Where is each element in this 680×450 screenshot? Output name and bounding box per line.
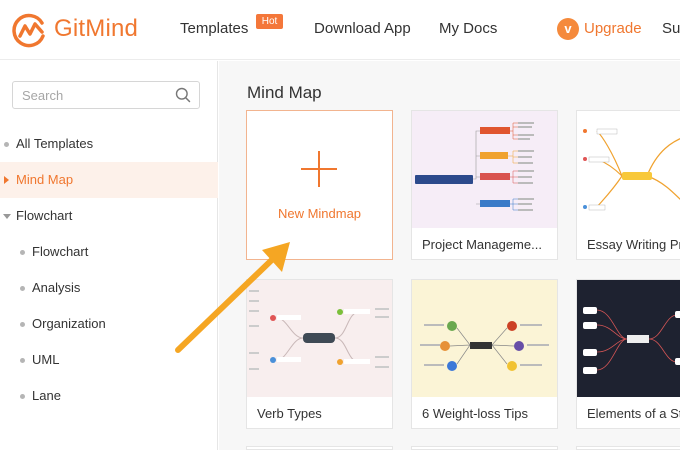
section-title: Mind Map [247,83,322,102]
template-thumbnail [412,280,557,397]
search-input[interactable] [22,87,172,103]
template-thumbnail [412,111,557,228]
template-title: 6 Weight-loss Tips [422,406,528,421]
bullet-icon [4,142,9,147]
sidebar-item-label: UML [32,352,60,367]
sidebar-item-label: Mind Map [16,172,74,187]
template-card-weight-loss-tips[interactable]: 6 Weight-loss Tips [411,279,558,429]
upgrade-link[interactable]: Upgrade [584,20,642,37]
template-title: Project Manageme... [422,237,542,252]
search-box[interactable] [12,81,200,109]
sidebar-item-label: Flowchart [16,208,73,223]
new-mindmap-label: New Mindmap [277,206,362,221]
sidebar-item-label: All Templates [16,136,94,151]
nav-my-docs[interactable]: My Docs [439,20,497,37]
bullet-icon [20,394,25,399]
sidebar-item-label: Analysis [32,280,81,295]
sidebar-item-lane[interactable]: Lane [0,378,218,414]
bullet-icon [20,358,25,363]
bullet-icon [20,286,25,291]
nav-templates[interactable]: Templates [180,20,248,37]
search-icon[interactable] [175,87,191,103]
sidebar-item-mind-map[interactable]: Mind Map [0,162,218,198]
sidebar-item-label: Organization [32,316,106,331]
template-card-partial[interactable] [246,446,393,450]
template-card-project-management[interactable]: Project Manageme... [411,110,558,260]
sidebar-item-all-templates[interactable]: All Templates [0,126,218,162]
nav-support[interactable]: Sup [662,20,680,37]
annotation-arrow [175,242,290,353]
template-card-partial[interactable] [411,446,558,450]
plus-icon [301,151,337,187]
sidebar-item-flowchart-group[interactable]: Flowchart [0,198,218,234]
sidebar-item-label: Lane [32,388,61,403]
template-title: Verb Types [257,406,322,421]
caret-down-icon [3,214,11,219]
gitmind-logo-icon[interactable] [12,12,48,48]
template-thumbnail [577,280,680,397]
template-card-elements-of-a-story[interactable]: Elements of a St [576,279,680,429]
nav-download-app[interactable]: Download App [314,20,411,37]
hot-badge: Hot [256,14,283,29]
template-title: Essay Writing Pr [587,237,680,252]
template-card-partial[interactable] [576,446,680,450]
template-thumbnail [577,111,680,228]
bullet-icon [20,250,25,255]
caret-right-icon [4,176,9,184]
top-bar: GitMind Templates Hot Download App My Do… [0,0,680,60]
brand-name[interactable]: GitMind [54,15,138,43]
template-title: Elements of a St [587,406,680,421]
bullet-icon [20,322,25,327]
upgrade-icon[interactable]: v [557,18,579,40]
sidebar-item-label: Flowchart [32,244,89,259]
template-card-essay-writing[interactable]: Essay Writing Pr [576,110,680,260]
